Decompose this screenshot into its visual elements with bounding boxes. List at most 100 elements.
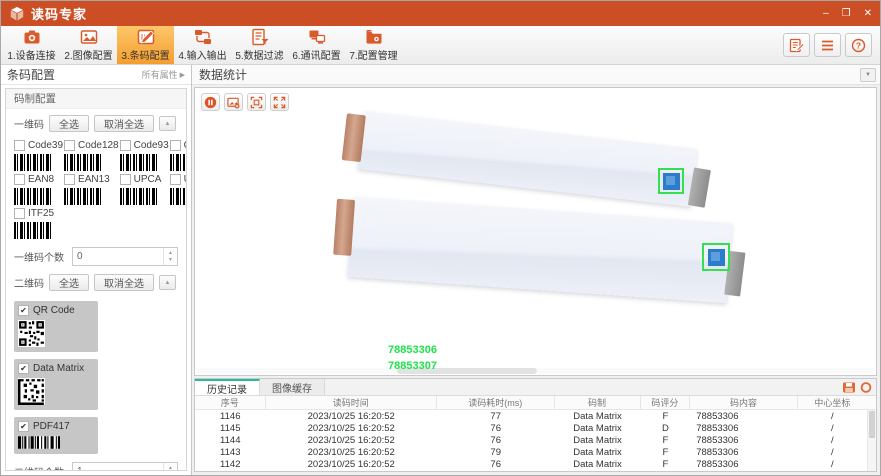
toolbar-right-buttons: ? [781,26,880,64]
history-panel: 历史记录图像缓存 序号读码时间读码耗时(ms)码制码评分码内容中心坐标 1146… [194,378,877,472]
stepper-arrows-icon[interactable]: ▲▼ [163,463,177,471]
input-output-icon [194,28,212,46]
column-header[interactable]: 读码耗时(ms) [437,396,555,410]
checkbox[interactable] [170,174,181,185]
report-icon [789,38,804,53]
maximize-button[interactable]: ❐ [842,9,851,19]
checkbox[interactable] [14,208,25,219]
save-icon[interactable] [842,381,856,394]
column-header[interactable]: 中心坐标 [798,396,867,410]
table-cell: Data Matrix [555,471,641,472]
table-cell: Data Matrix [555,459,641,470]
column-header[interactable]: 码内容 [690,396,798,410]
table-row[interactable]: 11412023/10/25 16:20:5276Data MatrixF788… [195,470,876,471]
table-row[interactable]: 11462023/10/25 16:20:5277Data MatrixF788… [195,410,876,422]
barcode-sample-image [14,188,52,205]
barcode-sample-image [170,154,187,171]
barcode-tile-PDF417: ✔ PDF417 [14,417,98,454]
toolbar-tab-1.设备连接[interactable]: 1.设备连接 [3,26,60,64]
one-d-select-all-button[interactable]: 全选 [49,115,89,132]
checkbox[interactable] [170,140,181,151]
workpiece-bottom [348,197,733,303]
checkbox[interactable] [14,140,25,151]
table-cell: / [798,459,867,470]
table-row[interactable]: 11452023/10/25 16:20:5276Data MatrixD788… [195,422,876,434]
one-d-label: 一维码 [14,116,44,131]
checkbox[interactable]: ✔ [18,421,29,432]
two-d-count-stepper[interactable]: ▲▼ [72,462,178,471]
main-toolbar: 1.设备连接2.图像配置3.条码配置4.输入输出5.数据过滤6.通讯配置7.配置… [1,26,880,65]
barcode-config-panel: 条码配置 所有属性 ▶ 码制配置 一维码 全选 取消全选 ▲ Code39Cod… [1,65,192,475]
stepper-arrows-icon[interactable]: ▲▼ [163,248,177,265]
table-cell: / [798,423,867,434]
two-d-collapse-button[interactable]: ▲ [159,275,176,290]
toolbar-tab-2.图像配置[interactable]: 2.图像配置 [60,26,117,64]
data-filter-icon [251,28,269,46]
code-roi-box [702,243,730,271]
close-button[interactable]: ✕ [864,9,872,19]
list-button[interactable] [814,33,841,57]
silver-tab [688,167,711,207]
checkbox[interactable] [120,140,131,151]
minimize-button[interactable]: – [823,9,829,19]
app-window: 读码专家 – ❐ ✕ 1.设备连接2.图像配置3.条码配置4.输入输出5.数据过… [0,0,881,476]
one-d-collapse-button[interactable]: ▲ [159,116,176,131]
toolbar-tab-7.配置管理[interactable]: 7.配置管理 [345,26,402,64]
barcode-type-EAN8: EAN8 [14,174,63,205]
table-cell: / [798,447,867,458]
help-icon: ? [851,38,866,53]
table-cell: 1146 [195,411,266,422]
scrollbar-thumb[interactable] [869,411,875,438]
checkbox[interactable] [64,174,75,185]
fit-view-button[interactable] [247,93,266,111]
workpiece-top [358,111,697,207]
table-row[interactable]: 11442023/10/25 16:20:5276Data MatrixF788… [195,434,876,446]
bottom-tab-历史记录[interactable]: 历史记录 [195,379,260,395]
one-d-deselect-all-button[interactable]: 取消全选 [94,115,154,132]
app-cube-icon [9,6,25,22]
barcode-sample-image [120,154,158,171]
checkbox[interactable]: ✔ [18,305,29,316]
expand-button[interactable] [270,93,289,111]
toolbar-tab-6.通讯配置[interactable]: 6.通讯配置 [288,26,345,64]
decode-result-text: 78853306 [388,344,437,356]
checkbox[interactable]: ✔ [18,363,29,374]
refresh-icon[interactable] [859,381,873,394]
table-cell: Data Matrix [555,435,641,446]
image-save-button[interactable] [224,93,243,111]
code-roi-box [658,168,684,194]
bottom-tab-图像缓存[interactable]: 图像缓存 [260,379,325,395]
one-d-count-input[interactable] [73,248,163,265]
two-d-count-input[interactable] [73,463,163,471]
table-cell: 2023/10/25 16:20:52 [266,423,437,434]
report-button[interactable] [783,33,810,57]
panel-dropdown-button[interactable]: ▼ [860,68,876,82]
table-cell: 78853306 [690,435,798,446]
table-row[interactable]: 11432023/10/25 16:20:5279Data MatrixF788… [195,446,876,458]
toolbar-tab-5.数据过滤[interactable]: 5.数据过滤 [231,26,288,64]
two-d-deselect-all-button[interactable]: 取消全选 [94,274,154,291]
pause-button[interactable] [201,93,220,111]
column-header[interactable]: 码评分 [641,396,691,410]
column-header[interactable]: 序号 [195,396,266,410]
toolbar-tab-3.条码配置[interactable]: 3.条码配置 [117,26,174,64]
barcode-tile-Data Matrix: ✔Data Matrix [14,359,98,410]
toolbar-tab-4.输入输出[interactable]: 4.输入输出 [174,26,231,64]
barcode-type-label: ITF25 [28,208,54,219]
all-properties-link[interactable]: 所有属性 ▶ [142,68,185,81]
two-d-select-all-button[interactable]: 全选 [49,274,89,291]
column-header[interactable]: 读码时间 [266,396,437,410]
vertical-scrollbar[interactable] [867,410,876,471]
column-header[interactable]: 码制 [555,396,641,410]
toolbar-spacer [402,26,781,64]
copper-tab [333,199,355,256]
table-row[interactable]: 11422023/10/25 16:20:5276Data MatrixF788… [195,458,876,470]
table-cell: / [798,435,867,446]
horizontal-scrollbar[interactable] [197,368,874,374]
checkbox[interactable] [64,140,75,151]
help-button[interactable]: ? [845,33,872,57]
checkbox[interactable] [14,174,25,185]
checkbox[interactable] [120,174,131,185]
one-d-count-stepper[interactable]: ▲▼ [72,247,178,266]
barcode-type-label: PDF417 [33,421,70,432]
